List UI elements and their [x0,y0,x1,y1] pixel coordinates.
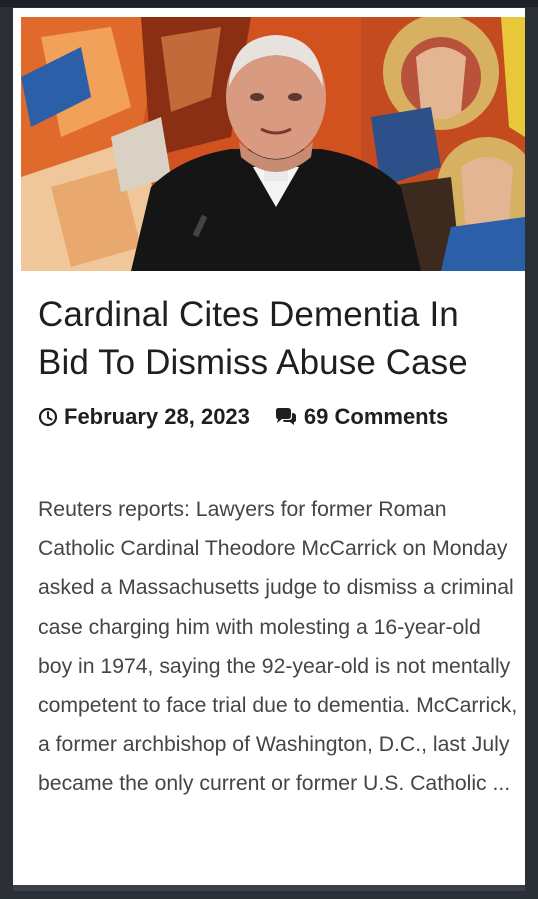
clock-icon [38,407,58,427]
hero-photo [21,17,525,271]
comments-icon [274,407,298,427]
next-card-edge [13,885,525,891]
article-meta: February 28, 2023 69 Comments [38,404,518,430]
article-card: Cardinal Cites Dementia In Bid To Dismis… [13,8,525,885]
comments-link[interactable]: 69 Comments [304,404,448,430]
article-date[interactable]: February 28, 2023 [64,404,250,430]
article-excerpt: Reuters reports: Lawyers for former Roma… [38,498,518,796]
top-bar [0,0,538,7]
article-hero-image[interactable] [21,17,525,271]
article-title[interactable]: Cardinal Cites Dementia In Bid To Dismis… [38,291,518,387]
